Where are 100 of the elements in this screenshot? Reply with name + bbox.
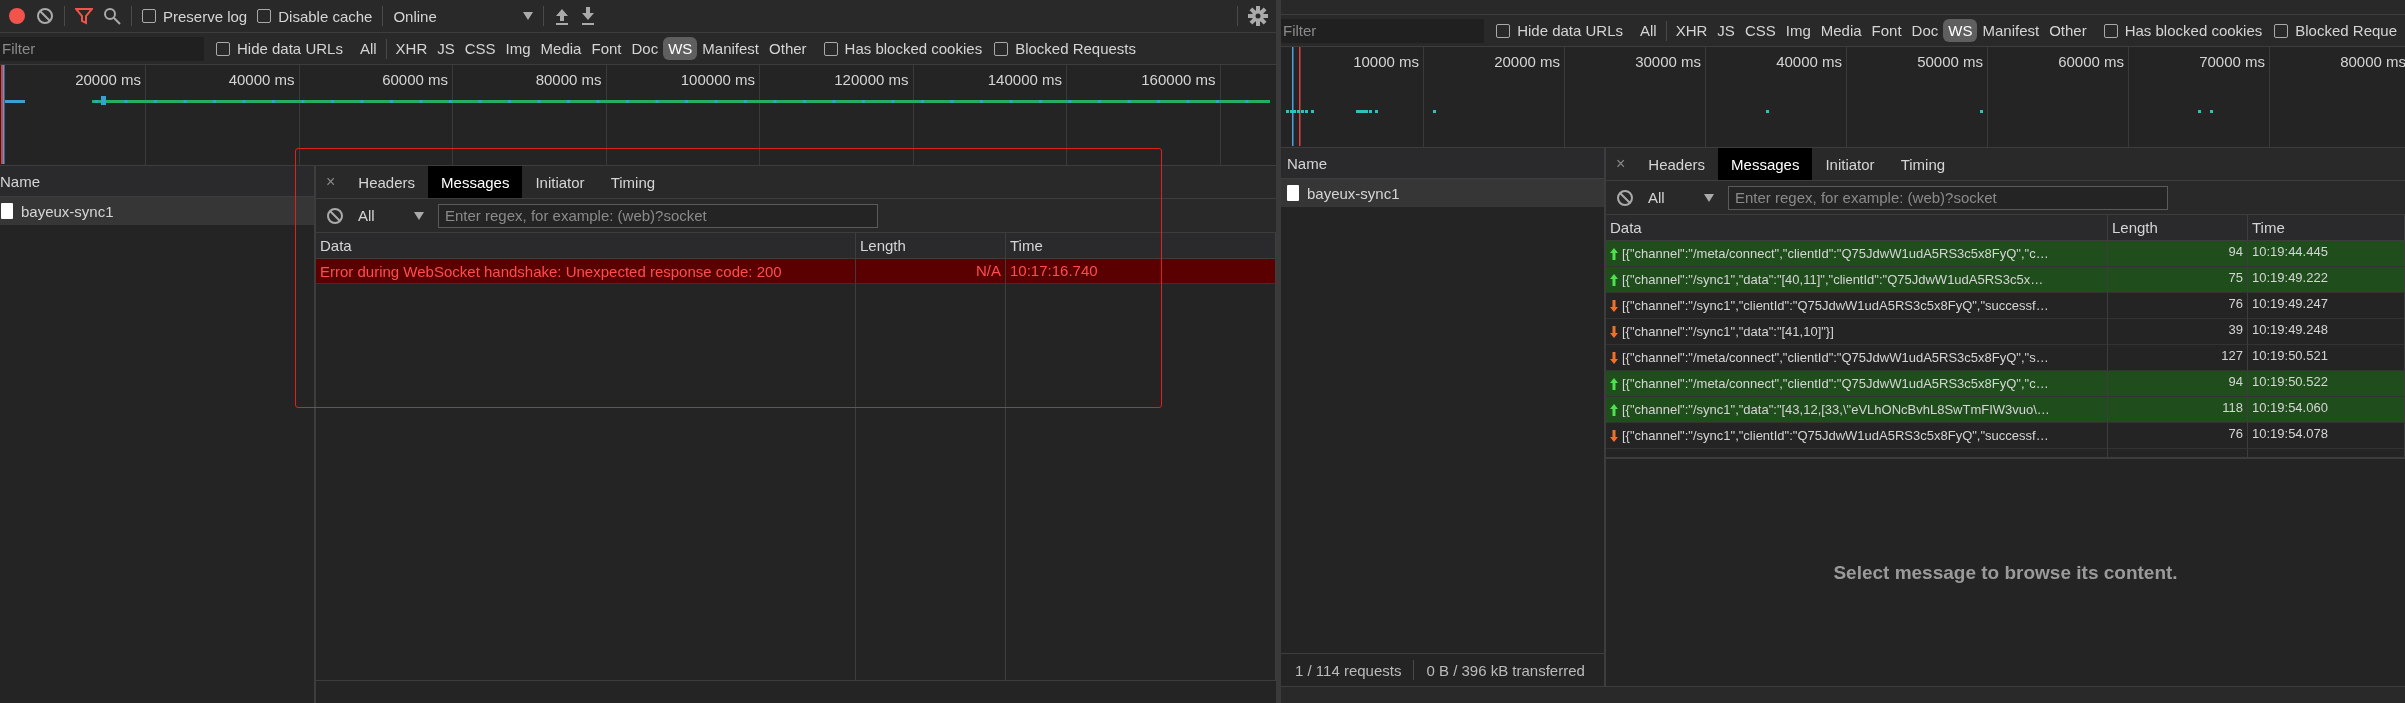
filter-icon[interactable] [75, 7, 93, 25]
column-header[interactable]: Time [2248, 215, 2405, 241]
message-data-cell[interactable]: [{"channel":"/sync1","clientId":"Q75JdwW1udA5RS3c5x8FyQ","successf… [1606, 293, 2108, 319]
column-header[interactable]: Length [2108, 215, 2248, 241]
message-data-cell[interactable]: [{"channel":"/meta/connect","clientId":"Q75JdwW1udA5RS3c5x8FyQ","c… [1606, 241, 2108, 267]
name-column-header[interactable]: Name [1287, 154, 1327, 172]
column-header[interactable]: Data [1606, 215, 2108, 241]
message-data-cell[interactable]: [{"channel":"/sync1","data":"[41,10]"}] [1606, 319, 2108, 345]
detail-tab[interactable]: Initiator [522, 166, 598, 198]
checkbox[interactable] [142, 9, 156, 23]
name-column-header[interactable]: Name [0, 172, 40, 190]
type-filter-button[interactable]: CSS [459, 37, 501, 60]
message-data-cell[interactable]: [{"channel":"/sync1","clientId":"Q75JdwW1udA5RS3c5x8FyQ","successf… [1606, 423, 2108, 449]
regex-filter-field[interactable]: Enter regex, for example: (web)?socket [1728, 185, 2168, 210]
checkbox-label[interactable]: Hide data URLs [1517, 22, 1623, 39]
type-filter-button[interactable]: Other [764, 37, 812, 60]
type-filter-button[interactable]: Media [1815, 19, 1867, 42]
down-arrow-icon [1610, 429, 1618, 442]
type-filter-button[interactable]: JS [1712, 19, 1740, 42]
throttling-select[interactable]: Online [393, 7, 534, 25]
checkbox[interactable] [2274, 23, 2289, 38]
download-icon[interactable] [580, 7, 597, 25]
type-filter-button[interactable]: CSS [1739, 19, 1781, 42]
type-filter-button[interactable]: Img [500, 37, 536, 60]
checkbox[interactable] [257, 9, 272, 23]
timeline-tick-label: 120000 ms [834, 70, 910, 88]
caret-icon [523, 12, 534, 20]
down-arrow-icon [1610, 325, 1618, 338]
message-data-cell[interactable]: [{"channel":"/sync1","data":"[40,11]","clientId":"Q75JdwW1udA5RS3c5x… [1606, 267, 2108, 293]
checkbox[interactable] [1496, 23, 1511, 38]
detail-tab[interactable]: Messages [428, 166, 523, 198]
message-data-cell[interactable]: [{"channel":"/sync1","data":"[43,12,[33,\"eVLhONcBvhL8SwTmFIW3vuo\… [1606, 397, 2108, 423]
checkbox-label[interactable]: Blocked Reque [2295, 22, 2397, 39]
type-filter-button[interactable]: Font [586, 37, 627, 60]
checkbox-label[interactable]: Hide data URLs [237, 40, 343, 57]
close-button[interactable]: × [1616, 155, 1636, 173]
close-button[interactable]: × [326, 173, 346, 191]
message-type-select[interactable]: All [358, 207, 424, 224]
type-filter-button[interactable]: WS [1943, 19, 1978, 42]
clear-icon[interactable] [36, 7, 54, 25]
detail-tab[interactable]: Timing [1887, 148, 1959, 180]
type-filter-button[interactable]: WS [663, 37, 698, 60]
checkbox-label[interactable]: Blocked Requests [1015, 40, 1137, 57]
timeline-tick-label: 80000 ms [2340, 52, 2405, 70]
timeline-tick-label: 40000 ms [228, 70, 296, 88]
type-filter-button[interactable]: Manifest [697, 37, 765, 60]
message-time-cell: 10:19:54.060 [2248, 397, 2405, 423]
regex-filter-field[interactable]: Enter regex, for example: (web)?socket [438, 203, 878, 228]
type-filter-button[interactable]: Font [1866, 19, 1907, 42]
message-type-select[interactable]: All [1648, 189, 1714, 206]
message-data-cell[interactable]: [{"channel":"/meta/connect","clientId":"Q75JdwW1udA5RS3c5x8FyQ","c… [1606, 371, 2108, 397]
message-length-cell: 118 [2108, 397, 2248, 423]
type-filter-button[interactable]: XHR [390, 37, 433, 60]
column-header[interactable]: Data [316, 233, 856, 259]
checkbox[interactable] [823, 41, 838, 56]
settings-icon[interactable] [1248, 6, 1268, 26]
request-name: bayeux-sync1 [21, 202, 114, 220]
caret-icon [1704, 193, 1714, 202]
request-row[interactable]: bayeux-sync1 [0, 197, 314, 225]
type-filter-button[interactable]: Doc [1906, 19, 1944, 42]
type-filter-button[interactable]: JS [432, 37, 460, 60]
checkbox-label[interactable]: Preserve log [163, 7, 248, 25]
checkbox-label[interactable]: Has blocked cookies [2124, 22, 2263, 39]
column-header[interactable]: Time [1006, 233, 1276, 259]
type-filter-button[interactable]: Other [2044, 19, 2092, 42]
clear-icon[interactable] [326, 206, 344, 225]
message-length-cell: 76 [2108, 293, 2248, 319]
type-filter-button[interactable]: XHR [1670, 19, 1713, 42]
checkbox[interactable] [994, 41, 1009, 56]
detail-tab[interactable]: Messages [1718, 148, 1813, 180]
timeline-tick-label: 50000 ms [1917, 52, 1984, 70]
detail-tab[interactable]: Timing [597, 166, 669, 198]
message-length-cell: 94 [2108, 241, 2248, 267]
type-filter-button[interactable]: Doc [626, 37, 664, 60]
timeline-tick-label: 160000 ms [1141, 70, 1217, 88]
checkbox[interactable] [216, 41, 230, 56]
upload-icon[interactable] [554, 7, 571, 25]
record-icon[interactable] [8, 7, 26, 25]
type-filter-button[interactable]: Manifest [1977, 19, 2045, 42]
filter-field[interactable]: Filter [0, 36, 204, 61]
timeline-tick-label: 80000 ms [535, 70, 603, 88]
detail-tab[interactable]: Headers [345, 166, 429, 198]
filter-field[interactable]: Filter [1281, 18, 1485, 43]
timeline-tick-label: 140000 ms [987, 70, 1063, 88]
type-filter-button[interactable]: All [1635, 19, 1662, 42]
type-filter-button[interactable]: Img [1780, 19, 1816, 42]
message-data-cell[interactable]: Error during WebSocket handshake: Unexpected response code: 200 [316, 259, 856, 284]
type-filter-button[interactable]: All [354, 37, 382, 60]
clear-icon[interactable] [1616, 188, 1634, 207]
column-header[interactable]: Length [856, 233, 1006, 259]
request-row[interactable]: bayeux-sync1 [1281, 179, 1604, 207]
type-filter-button[interactable]: Media [535, 37, 587, 60]
message-time-cell: 10:17:16.740 [1006, 259, 1276, 284]
checkbox-label[interactable]: Has blocked cookies [844, 40, 983, 57]
checkbox-label[interactable]: Disable cache [278, 7, 373, 25]
search-icon[interactable] [103, 7, 121, 25]
detail-tab[interactable]: Headers [1635, 148, 1719, 180]
message-time-cell: 10:19:44.445 [2248, 241, 2405, 267]
checkbox[interactable] [2103, 23, 2118, 38]
detail-tab[interactable]: Initiator [1812, 148, 1888, 180]
